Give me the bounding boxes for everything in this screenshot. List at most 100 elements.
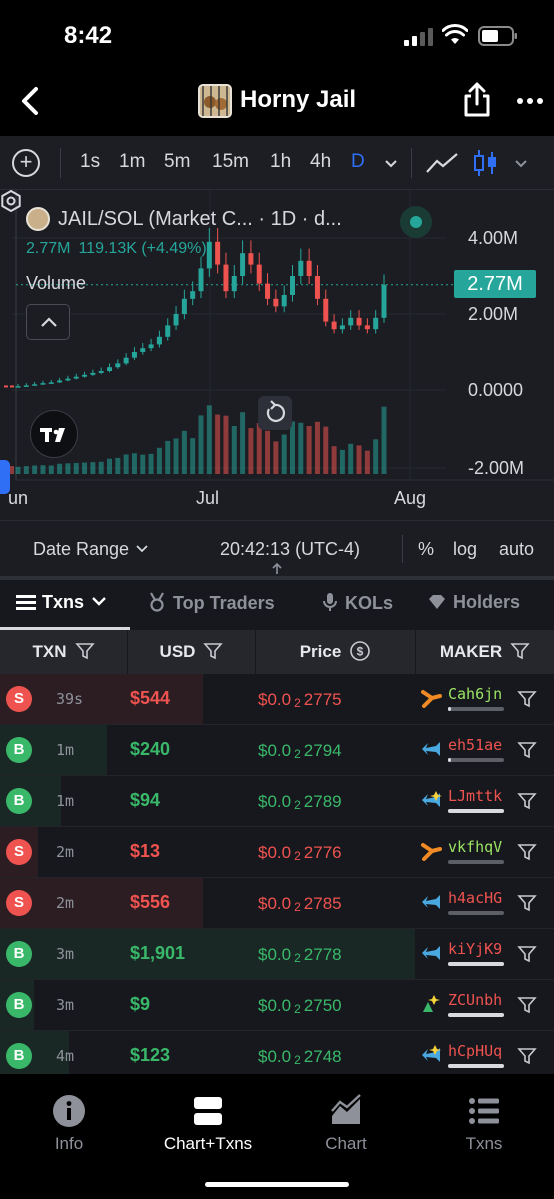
candle-body (82, 374, 88, 377)
back-arrow-icon[interactable] (16, 84, 44, 118)
maker-address[interactable]: vkfhqV (448, 838, 502, 856)
side-badge: B (6, 1043, 32, 1069)
column-header-txn[interactable]: TXN (0, 630, 128, 674)
reset-chart-button[interactable] (258, 396, 292, 430)
volume-bar (123, 454, 129, 474)
interval-1m[interactable]: 1m (119, 151, 145, 173)
log-toggle[interactable]: log (453, 539, 477, 560)
range-divider (402, 535, 403, 563)
maker-address[interactable]: hCpHUq (448, 1042, 502, 1060)
table-row[interactable]: B 3m $1,901 $0.0 2 2778 kiYjK9 (0, 929, 554, 980)
filter-icon[interactable] (203, 642, 224, 660)
tab-label: Holders (453, 592, 521, 612)
filter-maker-icon[interactable] (517, 792, 537, 810)
dollar-toggle-icon[interactable]: $ (349, 640, 371, 662)
maker-address[interactable]: Cah6jn (448, 685, 502, 703)
tab-label: KOLs (345, 593, 394, 613)
maker-address[interactable]: LJmttk (448, 787, 502, 805)
filter-maker-icon[interactable] (517, 945, 537, 963)
header-label: USD (159, 642, 196, 661)
maker-balance-bar (448, 1064, 504, 1068)
interval-4h[interactable]: 4h (310, 151, 331, 173)
date-range-selector[interactable]: Date Range (33, 539, 149, 560)
tab-top-traders[interactable]: Top Traders (148, 592, 275, 614)
txn-usd: $94 (130, 790, 161, 810)
chevron-up-icon (41, 317, 57, 327)
table-row[interactable]: S 2m $13 $0.0 2 2776 vkfhqV (0, 827, 554, 878)
filter-maker-icon[interactable] (517, 996, 537, 1014)
volume-bar (381, 406, 387, 474)
more-options-icon[interactable] (516, 90, 544, 112)
table-row[interactable]: B 3m $9 $0.0 2 2750 ZCUnbh (0, 980, 554, 1031)
txn-age: 1m (56, 741, 75, 759)
tradingview-logo[interactable] (30, 410, 78, 458)
tab-kols[interactable]: KOLs (322, 592, 393, 614)
column-header-maker[interactable]: MAKER (416, 630, 554, 674)
wifi-icon (442, 24, 468, 44)
nav-txns[interactable]: Txns (429, 1094, 539, 1154)
volume-bar (32, 465, 38, 474)
txn-usd: $240 (130, 739, 171, 759)
chevron-down-icon[interactable] (384, 157, 398, 171)
volume-bar (65, 463, 71, 474)
token-avatar-small (26, 207, 50, 231)
chart-toolbar: + 1s 1m 5m 15m 1h 4h D (0, 136, 554, 190)
side-badge: B (6, 941, 32, 967)
status-time: 8:42 (64, 22, 113, 49)
maker-address[interactable]: h4acHG (448, 889, 502, 907)
table-row[interactable]: B 1m $240 $0.0 2 2794 eh51ae (0, 725, 554, 776)
nav-info[interactable]: Info (14, 1094, 124, 1154)
table-row[interactable]: S 39s $544 $0.0 2 2775 Cah6jn (0, 674, 554, 725)
legend-value: 2.77M (26, 240, 71, 257)
nav-label: Txns (465, 1134, 503, 1153)
line-chart-icon[interactable] (424, 148, 460, 178)
volume-bar (373, 439, 379, 474)
interval-15m[interactable]: 15m (212, 151, 249, 173)
interval-1s[interactable]: 1s (80, 151, 100, 173)
filter-maker-icon[interactable] (517, 1047, 537, 1065)
candle-body (48, 382, 54, 384)
filter-icon[interactable] (74, 642, 95, 660)
maker-address[interactable]: eh51ae (448, 736, 502, 754)
diamond-icon (429, 595, 445, 609)
maker-address[interactable]: kiYjK9 (448, 940, 502, 958)
interval-d[interactable]: D (351, 151, 365, 173)
auto-toggle[interactable]: auto (499, 539, 534, 560)
percent-toggle[interactable]: % (418, 539, 434, 560)
candle-body (23, 385, 29, 387)
interval-1h[interactable]: 1h (270, 151, 291, 173)
column-header-usd[interactable]: USD (128, 630, 256, 674)
table-row[interactable]: S 2m $556 $0.0 2 2785 h4acHG (0, 878, 554, 929)
candle-body (107, 367, 112, 371)
candle-body (215, 241, 221, 265)
chart-settings-icon[interactable] (0, 190, 22, 212)
filter-icon[interactable] (510, 642, 530, 660)
chevron-down-icon[interactable] (514, 157, 528, 171)
price-chart[interactable]: JAIL/SOL (Market C... · 1D · d... 2.77M 1… (0, 190, 554, 520)
interval-5m[interactable]: 5m (164, 151, 190, 173)
volume-bar (240, 412, 246, 474)
filter-maker-icon[interactable] (517, 894, 537, 912)
candle-body (281, 295, 287, 307)
share-icon[interactable] (462, 82, 492, 118)
volume-bar (206, 405, 212, 474)
filter-maker-icon[interactable] (517, 843, 537, 861)
candlestick-icon[interactable] (468, 148, 504, 178)
fish-icon (422, 1045, 441, 1062)
filter-maker-icon[interactable] (517, 741, 537, 759)
table-row[interactable]: B 1m $94 $0.0 2 2789 LJmttk (0, 776, 554, 827)
chevron-down-icon (136, 545, 148, 553)
nav-chart[interactable]: Chart (291, 1094, 401, 1154)
column-header-price[interactable]: Price $ (256, 630, 416, 674)
candle-body (373, 317, 379, 330)
add-indicator-button[interactable]: + (12, 149, 40, 177)
maker-balance-bar (448, 962, 504, 966)
maker-address[interactable]: ZCUnbh (448, 991, 502, 1009)
nav-chart-txns[interactable]: Chart+Txns (153, 1094, 263, 1154)
candle-body (240, 253, 246, 276)
collapse-legend-button[interactable] (26, 304, 70, 340)
tab-holders[interactable]: Holders (428, 592, 520, 613)
filter-maker-icon[interactable] (517, 690, 537, 708)
side-badge: S (6, 839, 32, 865)
tab-txns[interactable]: Txns (16, 592, 108, 613)
